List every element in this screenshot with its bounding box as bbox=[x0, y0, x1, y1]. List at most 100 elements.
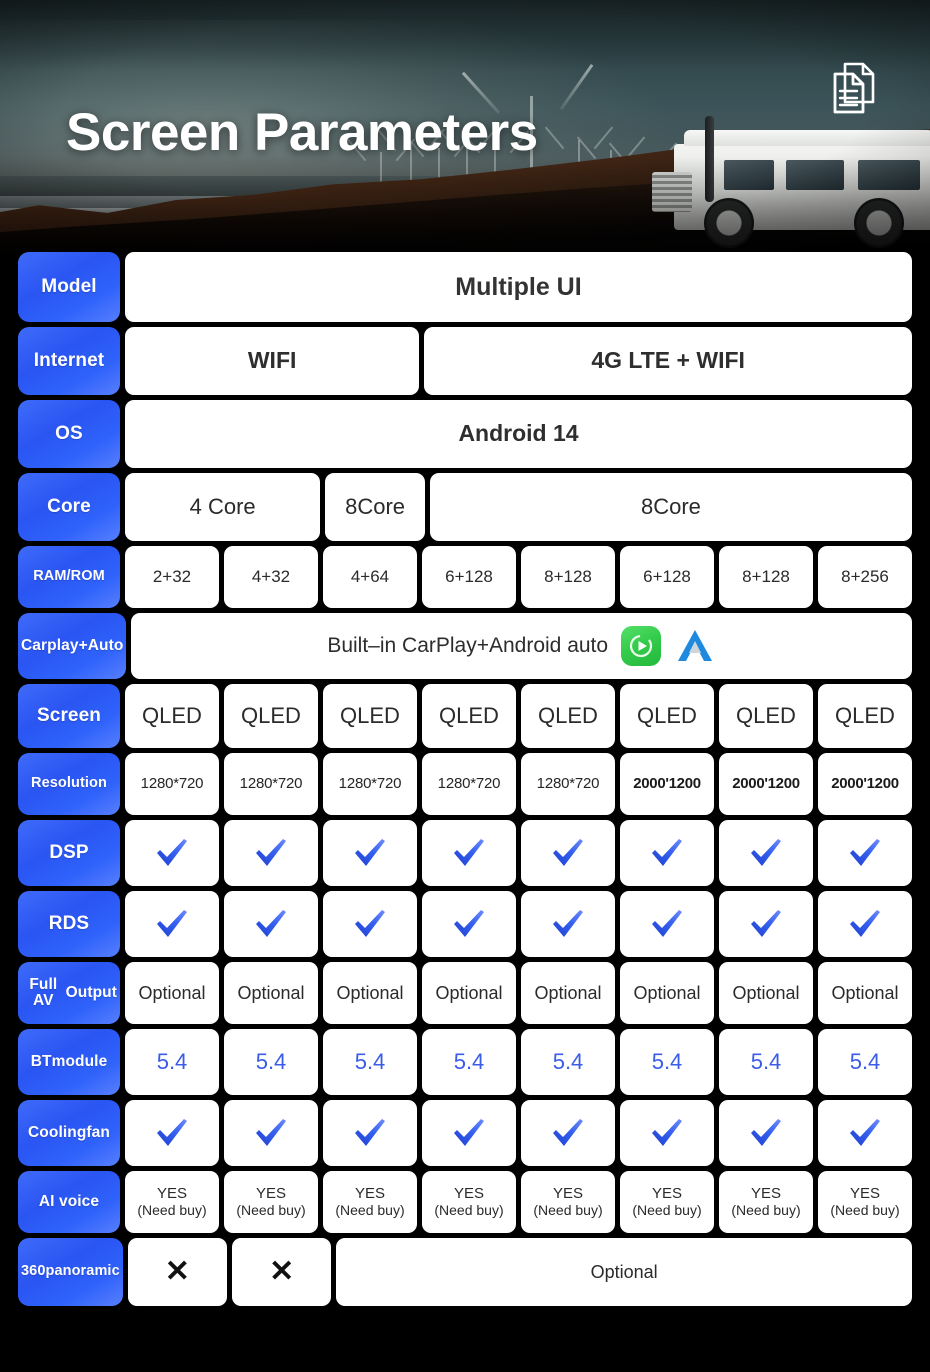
ai-yes-text: YES bbox=[552, 1184, 583, 1202]
cell-value: 2000'1200 bbox=[818, 753, 912, 815]
check-icon bbox=[157, 1119, 187, 1146]
row-label-dsp: DSP bbox=[18, 820, 120, 886]
cell-value: 5.4 bbox=[422, 1029, 516, 1095]
cell-check bbox=[323, 820, 417, 886]
cell-check bbox=[125, 1100, 219, 1166]
cell-value: Optional bbox=[336, 1238, 912, 1306]
ai-need-buy-text: (Need buy) bbox=[533, 1201, 603, 1218]
documents-icon[interactable] bbox=[827, 58, 883, 118]
cell-value: QLED bbox=[818, 684, 912, 748]
cell-ai-voice: YES (Need buy) bbox=[323, 1171, 417, 1233]
cell-ai-voice: YES (Need buy) bbox=[125, 1171, 219, 1233]
check-icon bbox=[751, 839, 781, 866]
ai-need-buy-text: (Need buy) bbox=[137, 1201, 207, 1218]
table-row: Carplay +Auto Built–in CarPlay+Android au… bbox=[18, 613, 912, 679]
cell-value: 4 Core bbox=[125, 473, 321, 541]
cell-check bbox=[125, 820, 219, 886]
check-icon bbox=[454, 839, 484, 866]
cell-check bbox=[323, 891, 417, 957]
cell-value: 2+32 bbox=[125, 546, 219, 608]
check-icon bbox=[553, 839, 583, 866]
check-icon bbox=[850, 910, 880, 937]
check-icon bbox=[751, 910, 781, 937]
table-row: Model Multiple UI bbox=[18, 252, 912, 322]
table-row: OS Android 14 bbox=[18, 400, 912, 468]
cell-value: 6+128 bbox=[422, 546, 516, 608]
check-icon bbox=[850, 1119, 880, 1146]
cell-check bbox=[224, 820, 318, 886]
ai-yes-text: YES bbox=[255, 1184, 286, 1202]
table-row: AI voice YES (Need buy) YES (Need buy) YES … bbox=[18, 1171, 912, 1233]
cell-check bbox=[719, 1100, 813, 1166]
cell-value: 5.4 bbox=[521, 1029, 615, 1095]
cell-value: Optional bbox=[818, 962, 912, 1024]
cell-value: 8+256 bbox=[818, 546, 912, 608]
check-icon bbox=[652, 1119, 682, 1146]
row-label-ram-rom: RAM/ROM bbox=[18, 546, 120, 608]
cell-value: ✕ bbox=[232, 1238, 332, 1306]
table-row: Internet WIFI 4G LTE + WIFI bbox=[18, 327, 912, 395]
cell-check bbox=[620, 820, 714, 886]
cell-check bbox=[422, 891, 516, 957]
cell-value: 5.4 bbox=[125, 1029, 219, 1095]
cell-value: QLED bbox=[620, 684, 714, 748]
row-label-model: Model bbox=[18, 252, 120, 322]
check-icon bbox=[256, 1119, 286, 1146]
check-icon bbox=[454, 910, 484, 937]
row-label-full-av-output: Full AV Output bbox=[18, 962, 120, 1024]
cell-value: Optional bbox=[323, 962, 417, 1024]
cell-value: 5.4 bbox=[224, 1029, 318, 1095]
check-icon bbox=[751, 1119, 781, 1146]
row-label-ai-voice: AI voice bbox=[18, 1171, 120, 1233]
cell-ai-voice: YES (Need buy) bbox=[620, 1171, 714, 1233]
row-label-carplay-auto: Carplay +Auto bbox=[18, 613, 127, 679]
cell-ai-voice: YES (Need buy) bbox=[719, 1171, 813, 1233]
ai-need-buy-text: (Need buy) bbox=[434, 1201, 504, 1218]
row-label-bt-module: BT module bbox=[18, 1029, 120, 1095]
cell-ai-voice: YES (Need buy) bbox=[422, 1171, 516, 1233]
table-row: Screen QLED QLED QLED QLED QLED QLED QLED QLED bbox=[18, 684, 912, 748]
cell-value: 4+64 bbox=[323, 546, 417, 608]
cell-value: QLED bbox=[323, 684, 417, 748]
ai-yes-text: YES bbox=[750, 1184, 781, 1202]
table-row: RDS bbox=[18, 891, 912, 957]
cell-value: QLED bbox=[224, 684, 318, 748]
row-label-cooling-fan: Cooling fan bbox=[18, 1100, 120, 1166]
cell-value: Android 14 bbox=[125, 400, 912, 468]
row-label-os: OS bbox=[18, 400, 120, 468]
cell-value: 4+32 bbox=[224, 546, 318, 608]
cell-value: 2000'1200 bbox=[620, 753, 714, 815]
cell-value: 1280*720 bbox=[422, 753, 516, 815]
ai-yes-text: YES bbox=[849, 1184, 880, 1202]
cell-value: 8+128 bbox=[719, 546, 813, 608]
cell-value: Optional bbox=[422, 962, 516, 1024]
check-icon bbox=[652, 910, 682, 937]
spec-table: Model Multiple UI Internet WIFI 4G LTE + WIF… bbox=[18, 252, 912, 1306]
cell-check bbox=[818, 1100, 912, 1166]
table-row: Full AV Output Optional Optional Optional Opt… bbox=[18, 962, 912, 1024]
row-label-rds: RDS bbox=[18, 891, 120, 957]
ai-yes-text: YES bbox=[156, 1184, 187, 1202]
cell-value: 5.4 bbox=[719, 1029, 813, 1095]
ai-need-buy-text: (Need buy) bbox=[830, 1201, 900, 1218]
table-row: BT module 5.4 5.4 5.4 5.4 5.4 5.4 5.4 5.4 bbox=[18, 1029, 912, 1095]
table-row: Cooling fan bbox=[18, 1100, 912, 1166]
cell-check bbox=[719, 820, 813, 886]
cell-value: 8Core bbox=[325, 473, 425, 541]
cell-ai-voice: YES (Need buy) bbox=[521, 1171, 615, 1233]
cell-check bbox=[422, 820, 516, 886]
ai-yes-text: YES bbox=[651, 1184, 682, 1202]
check-icon bbox=[850, 839, 880, 866]
android-auto-icon bbox=[674, 627, 716, 665]
cell-carplay-android-auto: Built–in CarPlay+Android auto bbox=[131, 613, 912, 679]
cell-check bbox=[818, 891, 912, 957]
cell-check bbox=[422, 1100, 516, 1166]
cell-value: QLED bbox=[125, 684, 219, 748]
table-row: RAM/ROM 2+32 4+32 4+64 6+128 8+128 6+128 8+128 8… bbox=[18, 546, 912, 608]
spec-table-container: Model Multiple UI Internet WIFI 4G LTE + WIF… bbox=[0, 252, 930, 1306]
row-label-screen: Screen bbox=[18, 684, 120, 748]
table-row: Resolution 1280*720 1280*720 1280*720 1280*7… bbox=[18, 753, 912, 815]
ai-need-buy-text: (Need buy) bbox=[236, 1201, 306, 1218]
cell-value: 4G LTE + WIFI bbox=[424, 327, 912, 395]
cell-value: WIFI bbox=[125, 327, 420, 395]
